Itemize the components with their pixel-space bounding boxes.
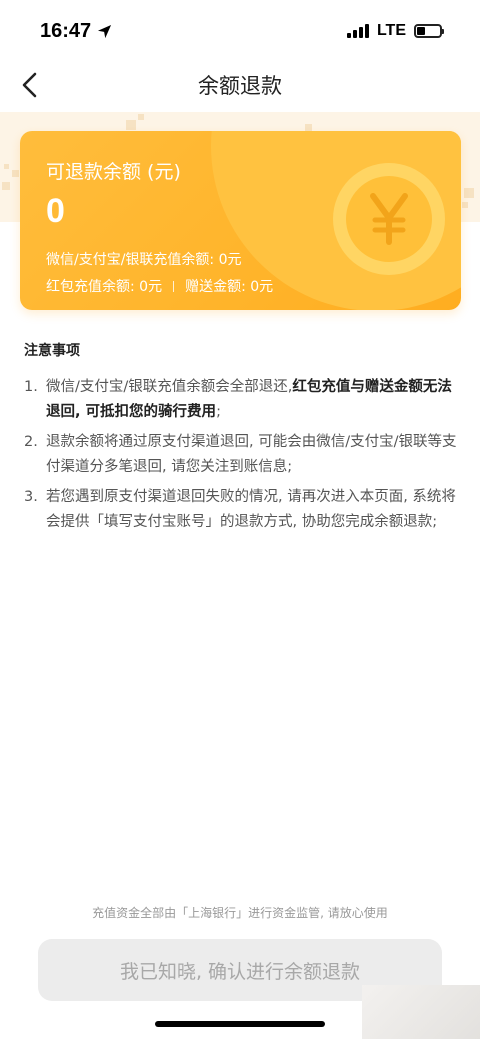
- card-balance: 可退款余额 (元) 0: [46, 157, 181, 231]
- refund-balance-card: 可退款余额 (元) 0 微信/支付宝/银联充值余额: 0元 红包充值余额: 0元…: [20, 131, 461, 310]
- status-time-text: 16:47: [40, 19, 92, 42]
- yuan-coin-icon: [346, 176, 432, 262]
- note-text: 退款余额将通过原支付渠道退回, 可能会由微信/支付宝/银联等支付渠道分多笔退回,…: [46, 434, 457, 475]
- note-number: 3.: [24, 489, 38, 505]
- notes-section: 注意事项 1. 微信/支付宝/银联充值余额会全部退还,红包充值与赠送金额无法退回…: [24, 340, 464, 540]
- note-item: 3. 若您遇到原支付渠道退回失败的情况, 请再次进入本页面, 系统将会提供「填写…: [24, 485, 464, 535]
- corner-overlay: [362, 985, 480, 1039]
- refundable-balance-label: 可退款余额 (元): [46, 161, 181, 183]
- fund-supervision-note: 充值资金全部由「上海银行」进行资金监管, 请放心使用: [92, 906, 388, 920]
- nav-bar: 余额退款: [0, 62, 480, 108]
- status-bar: 16:47 LTE: [0, 0, 480, 62]
- page-title: 余额退款: [198, 74, 282, 98]
- recharge-balance-row: 微信/支付宝/银联充值余额: 0元: [46, 252, 242, 268]
- note-item: 2. 退款余额将通过原支付渠道退回, 可能会由微信/支付宝/银联等支付渠道分多笔…: [24, 430, 464, 480]
- note-item: 1. 微信/支付宝/银联充值余额会全部退还,红包充值与赠送金额无法退回, 可抵扣…: [24, 375, 464, 425]
- gift-balance: 赠送金额: 0元: [185, 279, 274, 295]
- other-balance-row: 红包充值余额: 0元 赠送金额: 0元: [46, 276, 273, 296]
- back-button[interactable]: [14, 68, 46, 102]
- home-indicator[interactable]: [155, 1021, 325, 1027]
- cellular-signal-icon: [346, 24, 369, 38]
- notes-title: 注意事项: [24, 343, 80, 359]
- note-text: 微信/支付宝/银联充值余额会全部退还,红包充值与赠送金额无法退回, 可抵扣您的骑…: [46, 379, 452, 420]
- divider: [173, 280, 175, 292]
- status-time: 16:47: [40, 20, 112, 43]
- refundable-balance-amount: 0: [46, 192, 65, 230]
- chevron-left-icon: [22, 72, 37, 98]
- network-type: LTE: [376, 22, 406, 39]
- note-text: 若您遇到原支付渠道退回失败的情况, 请再次进入本页面, 系统将会提供「填写支付宝…: [46, 489, 456, 530]
- note-number: 2.: [24, 434, 38, 450]
- status-indicators: LTE: [346, 22, 444, 40]
- yuan-symbol-icon: [370, 193, 408, 245]
- location-arrow-icon: [98, 24, 112, 38]
- battery-icon: [414, 24, 444, 38]
- battery-level: [417, 27, 425, 35]
- redpacket-balance: 红包充值余额: 0元: [46, 279, 163, 295]
- note-number: 1.: [24, 379, 38, 395]
